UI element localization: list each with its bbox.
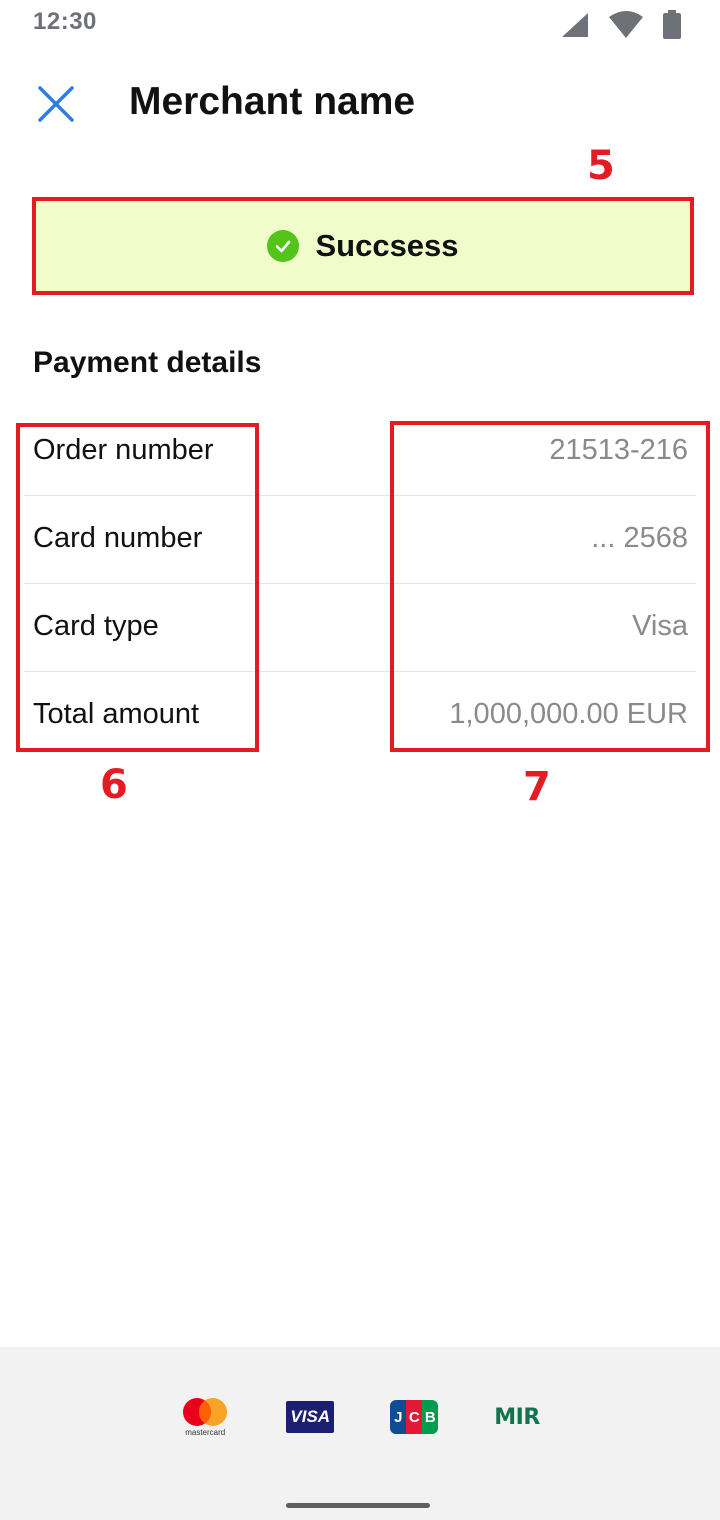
success-check-icon (267, 230, 300, 262)
mir-logo: MIR (494, 1404, 540, 1430)
mastercard-wordmark: mastercard (185, 1428, 226, 1437)
jcb-letter: C (406, 1400, 423, 1434)
status-label: Succsess (315, 228, 459, 263)
status-icons (560, 10, 682, 40)
annotation-number-banner: 5 (587, 143, 615, 189)
close-button[interactable] (34, 82, 78, 126)
app-header: Merchant name (0, 60, 720, 150)
home-indicator[interactable] (286, 1503, 430, 1508)
mastercard-icon (183, 1398, 228, 1426)
jcb-letter: B (422, 1400, 439, 1434)
payment-logos-footer: mastercard VISA J C B MIR (0, 1347, 720, 1520)
annotation-box-labels (16, 423, 259, 752)
status-banner: Succsess (36, 201, 690, 291)
section-title: Payment details (33, 346, 262, 379)
cellular-signal-icon (562, 13, 588, 37)
battery-icon (663, 10, 681, 39)
status-time: 12:30 (33, 8, 97, 35)
merchant-title: Merchant name (129, 80, 416, 123)
status-bar: 12:30 (0, 0, 720, 48)
close-icon (38, 86, 74, 122)
annotation-number-labels: 6 (100, 762, 128, 808)
wifi-icon (609, 11, 643, 38)
mastercard-logo: mastercard (180, 1397, 230, 1437)
jcb-letter: J (390, 1400, 407, 1434)
jcb-logo: J C B (390, 1400, 439, 1434)
annotation-number-values: 7 (523, 764, 551, 810)
visa-logo: VISA (286, 1401, 335, 1433)
payment-logos: mastercard VISA J C B MIR (0, 1397, 720, 1437)
annotation-box-values (390, 421, 710, 752)
